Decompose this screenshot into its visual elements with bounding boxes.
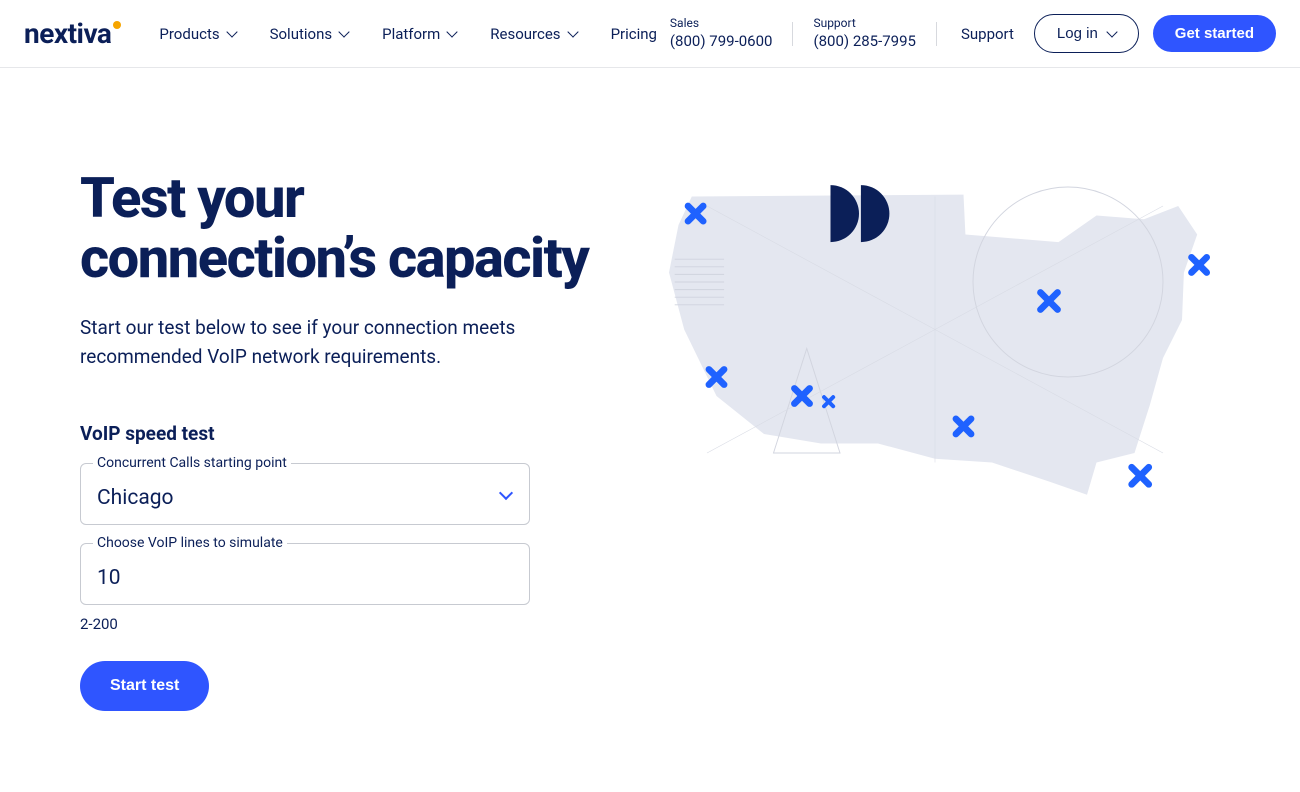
brand-logo[interactable]: nextiva (24, 17, 119, 50)
hero-illustration (650, 168, 1220, 711)
start-test-button[interactable]: Start test (80, 661, 209, 711)
nav-products[interactable]: Products (159, 25, 235, 43)
contact-label: Sales (670, 16, 773, 32)
field-label: Choose VoIP lines to simulate (93, 535, 287, 551)
voip-lines-input[interactable]: Choose VoIP lines to simulate (80, 543, 530, 605)
login-label: Log in (1057, 25, 1098, 42)
nav-label: Resources (490, 25, 560, 43)
header-contacts: Sales (800) 799-0600 Support (800) 285-7… (670, 16, 937, 51)
lines-field[interactable] (97, 566, 513, 590)
contact-phone: (800) 285-7995 (813, 32, 916, 52)
brand-name: nextiva (24, 17, 111, 50)
nav-label: Products (159, 25, 219, 43)
chevron-down-icon (1106, 26, 1117, 37)
support-link[interactable]: Support (961, 25, 1014, 43)
nav-label: Platform (382, 25, 440, 43)
nav-platform[interactable]: Platform (382, 25, 456, 43)
nav-label: Solutions (270, 25, 333, 43)
lines-hint: 2-200 (80, 615, 610, 633)
get-started-button[interactable]: Get started (1153, 15, 1276, 52)
site-header: nextiva Products Solutions Platform Reso… (0, 0, 1300, 68)
nav-resources[interactable]: Resources (490, 25, 576, 43)
hero-content: Test your connection’s capacity Start ou… (80, 168, 610, 711)
nav-solutions[interactable]: Solutions (270, 25, 349, 43)
support-contact[interactable]: Support (800) 285-7995 (813, 16, 916, 51)
primary-nav: Products Solutions Platform Resources Pr… (159, 25, 657, 43)
nav-label: Pricing (611, 25, 657, 43)
x-marker-icon (1132, 467, 1149, 484)
x-marker-icon (1192, 257, 1207, 272)
map-shape (669, 195, 1197, 495)
logo-dot-icon (113, 21, 121, 29)
starting-point-select[interactable]: Concurrent Calls starting point Chicago (80, 463, 530, 525)
form-title: VoIP speed test (80, 422, 610, 445)
nav-pricing[interactable]: Pricing (611, 25, 657, 43)
chevron-down-icon (567, 26, 578, 37)
chevron-down-icon (338, 26, 349, 37)
us-map-illustration (650, 168, 1220, 529)
page-title: Test your connection’s capacity (80, 168, 610, 289)
login-button[interactable]: Log in (1034, 14, 1139, 53)
contact-phone: (800) 799-0600 (670, 32, 773, 52)
hero-section: Test your connection’s capacity Start ou… (0, 68, 1300, 731)
divider (936, 22, 937, 46)
contact-label: Support (813, 16, 916, 32)
field-value: Chicago (97, 486, 513, 510)
field-label: Concurrent Calls starting point (93, 455, 291, 471)
divider (792, 22, 793, 46)
chevron-down-icon (447, 26, 458, 37)
chevron-down-icon (226, 26, 237, 37)
sales-contact[interactable]: Sales (800) 799-0600 (670, 16, 773, 51)
page-subtitle: Start our test below to see if your conn… (80, 313, 610, 372)
header-actions: Log in Get started (1034, 14, 1276, 53)
